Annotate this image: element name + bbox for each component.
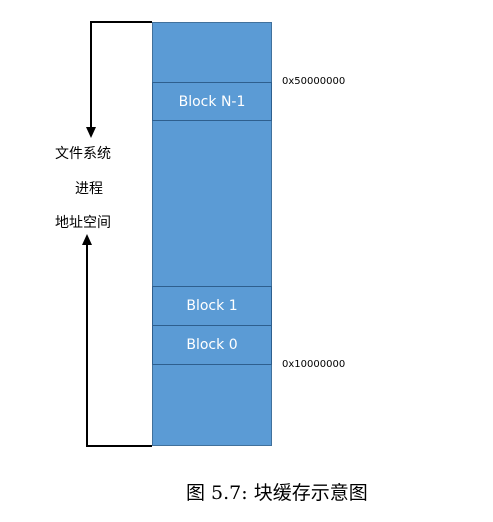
down-arrowhead <box>86 127 96 138</box>
label-process: 进程 <box>75 181 103 197</box>
bottom-range-line <box>86 245 152 447</box>
figure-caption: 图 5.7: 块缓存示意图 <box>186 482 368 504</box>
top-range-line <box>90 21 152 127</box>
label-file-system: 文件系统 <box>55 146 111 162</box>
up-arrowhead <box>82 234 92 245</box>
label-address-space: 地址空间 <box>55 215 111 231</box>
range-arrows <box>82 21 152 447</box>
